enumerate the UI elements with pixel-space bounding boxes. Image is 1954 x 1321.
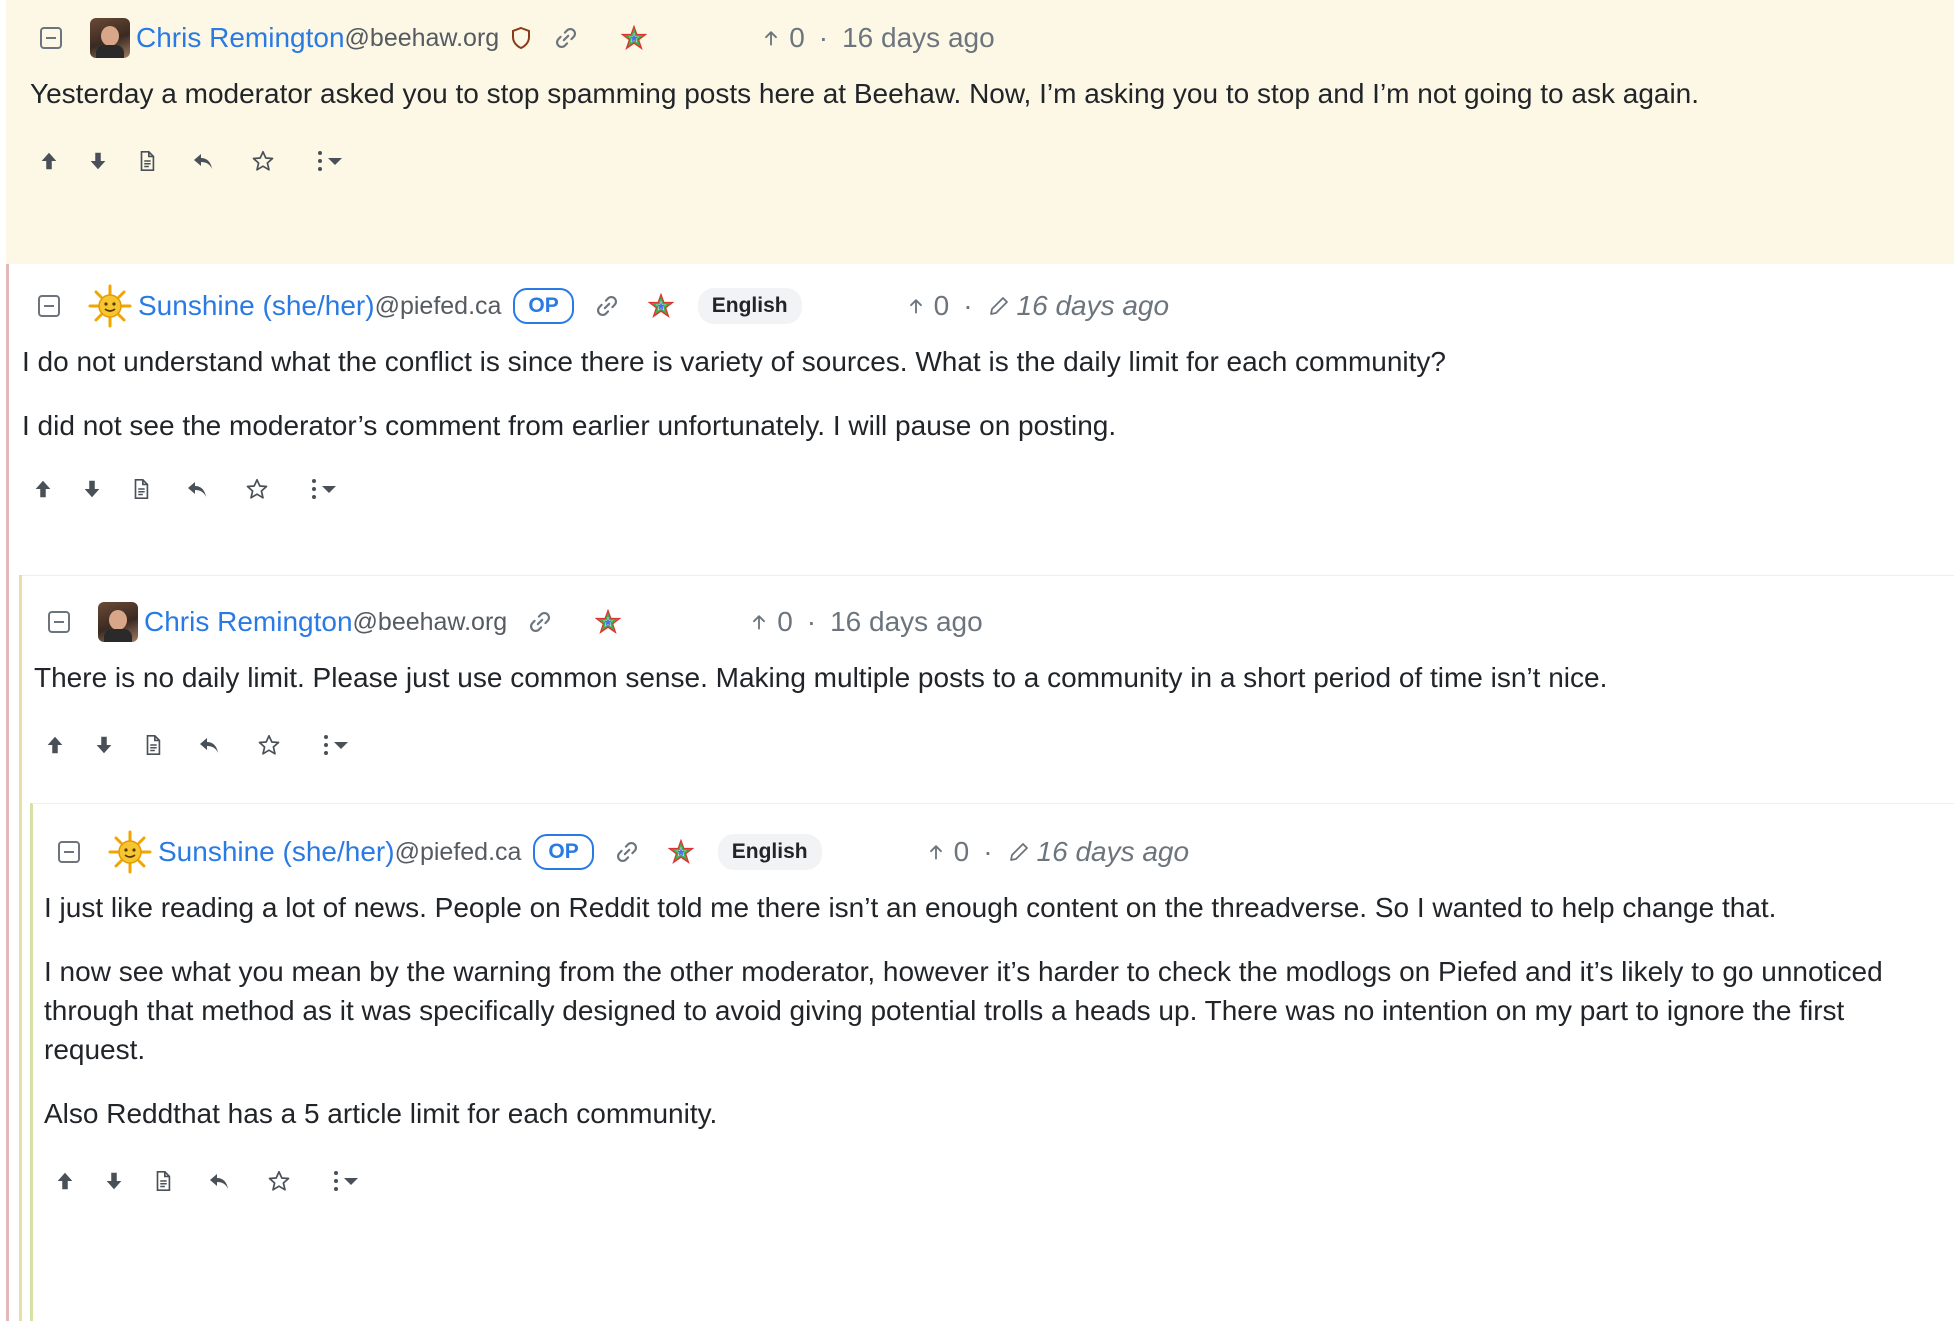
comment-header: Chris Remington @beehaw.org 0 · 16 days a… <box>36 14 1914 62</box>
save-button[interactable] <box>244 476 270 502</box>
comment-header: Sunshine (she/her) @piefed.ca OP English … <box>28 282 1914 330</box>
more-options-button[interactable] <box>334 1171 358 1191</box>
rainbow-star-icon <box>668 839 694 865</box>
op-badge: OP <box>533 834 594 870</box>
separator-dot: · <box>806 606 817 637</box>
comment-paragraph: I now see what you mean by the warning f… <box>44 956 1883 1065</box>
comment-actions <box>30 459 1914 519</box>
language-badge: English <box>697 288 802 324</box>
upvote-button[interactable] <box>36 148 62 174</box>
comment-paragraph: I did not see the moderator’s comment fr… <box>22 410 1117 441</box>
rainbow-star-icon <box>595 609 621 635</box>
avatar[interactable] <box>90 18 130 58</box>
timestamp[interactable]: 16 days ago <box>842 22 995 54</box>
comment-body: I do not understand what the conflict is… <box>22 342 1914 445</box>
rainbow-star-icon <box>648 293 674 319</box>
comment-body: Yesterday a moderator asked you to stop … <box>30 74 1914 113</box>
comment-1: Chris Remington @beehaw.org 0 · 16 days a… <box>6 0 1954 264</box>
comment-2: Sunshine (she/her) @piefed.ca OP English … <box>14 264 1954 519</box>
author-name[interactable]: Sunshine (she/her) <box>158 836 395 868</box>
view-source-button[interactable] <box>150 1168 176 1194</box>
comment-3: Chris Remington @beehaw.org 0 · 16 days a… <box>22 575 1954 775</box>
upvote-button[interactable] <box>30 476 56 502</box>
comment-paragraph: I do not understand what the conflict is… <box>22 346 1446 377</box>
arrow-up-icon <box>749 612 769 632</box>
view-source-button[interactable] <box>134 148 160 174</box>
comment-paragraph: Yesterday a moderator asked you to stop … <box>30 78 1700 109</box>
link-icon[interactable] <box>527 609 553 635</box>
author-domain: @piefed.ca <box>394 837 522 866</box>
comment-header: Sunshine (she/her) @piefed.ca OP English … <box>50 828 1914 876</box>
score: 0 <box>953 836 970 867</box>
collapse-icon[interactable] <box>40 27 62 49</box>
comment-body: I just like reading a lot of news. Peopl… <box>44 888 1914 1133</box>
timestamp[interactable]: 16 days ago <box>830 606 983 638</box>
avatar[interactable] <box>108 830 152 874</box>
reply-button[interactable] <box>184 476 210 502</box>
comment-paragraph: There is no daily limit. Please just use… <box>34 662 1608 693</box>
language-badge: English <box>717 834 822 870</box>
author-domain: @piefed.ca <box>374 291 502 320</box>
thread-line-level-1 <box>6 264 9 1321</box>
link-icon[interactable] <box>594 293 620 319</box>
reply-button[interactable] <box>190 148 216 174</box>
save-button[interactable] <box>256 732 282 758</box>
comment-paragraph: Also Reddthat has a 5 article limit for … <box>44 1098 718 1129</box>
save-button[interactable] <box>266 1168 292 1194</box>
more-options-button[interactable] <box>312 479 336 499</box>
arrow-up-icon <box>926 842 946 862</box>
more-options-button[interactable] <box>318 151 342 171</box>
author-domain: @beehaw.org <box>344 23 500 52</box>
comment-meta: 0 · 16 days ago <box>749 606 983 638</box>
score: 0 <box>777 606 793 637</box>
more-options-button[interactable] <box>324 735 348 755</box>
collapse-icon[interactable] <box>38 295 60 317</box>
shield-icon <box>509 26 533 50</box>
arrow-up-icon <box>906 296 926 316</box>
timestamp[interactable]: 16 days ago <box>1017 290 1170 322</box>
pencil-icon <box>987 294 1011 318</box>
link-icon[interactable] <box>553 25 579 51</box>
comment-4: Sunshine (she/her) @piefed.ca OP English … <box>32 803 1954 1211</box>
comment-actions <box>36 131 1914 191</box>
reply-button[interactable] <box>206 1168 232 1194</box>
upvote-button[interactable] <box>42 732 68 758</box>
author-domain: @beehaw.org <box>352 607 508 636</box>
score: 0 <box>789 22 805 53</box>
comment-meta: 0 · 16 days ago <box>761 22 995 54</box>
score: 0 <box>933 290 950 321</box>
downvote-button[interactable] <box>91 732 117 758</box>
avatar[interactable] <box>98 602 138 642</box>
separator-dot: · <box>963 290 973 321</box>
separator-dot: · <box>818 22 829 53</box>
avatar[interactable] <box>88 284 132 328</box>
view-source-button[interactable] <box>128 476 154 502</box>
op-badge: OP <box>513 288 574 324</box>
downvote-button[interactable] <box>79 476 105 502</box>
author-name[interactable]: Sunshine (she/her) <box>138 290 375 322</box>
comment-actions <box>42 715 1914 775</box>
view-source-button[interactable] <box>140 732 166 758</box>
comment-paragraph: I just like reading a lot of news. Peopl… <box>44 892 1777 923</box>
rainbow-star-icon <box>621 25 647 51</box>
downvote-button[interactable] <box>85 148 111 174</box>
link-icon[interactable] <box>614 839 640 865</box>
downvote-button[interactable] <box>101 1168 127 1194</box>
upvote-button[interactable] <box>52 1168 78 1194</box>
author-name[interactable]: Chris Remington <box>136 22 345 54</box>
comment-body: There is no daily limit. Please just use… <box>34 658 1914 697</box>
comment-meta: 0 · 16 days ago <box>906 290 1169 322</box>
arrow-up-icon <box>761 28 781 48</box>
save-button[interactable] <box>250 148 276 174</box>
reply-button[interactable] <box>196 732 222 758</box>
separator-dot: · <box>983 836 993 867</box>
timestamp[interactable]: 16 days ago <box>1037 836 1190 868</box>
author-name[interactable]: Chris Remington <box>144 606 353 638</box>
comment-meta: 0 · 16 days ago <box>926 836 1189 868</box>
comment-header: Chris Remington @beehaw.org 0 · 16 days a… <box>40 598 1914 646</box>
collapse-icon[interactable] <box>48 611 70 633</box>
collapse-icon[interactable] <box>58 841 80 863</box>
pencil-icon <box>1007 840 1031 864</box>
comment-actions <box>52 1151 1914 1211</box>
